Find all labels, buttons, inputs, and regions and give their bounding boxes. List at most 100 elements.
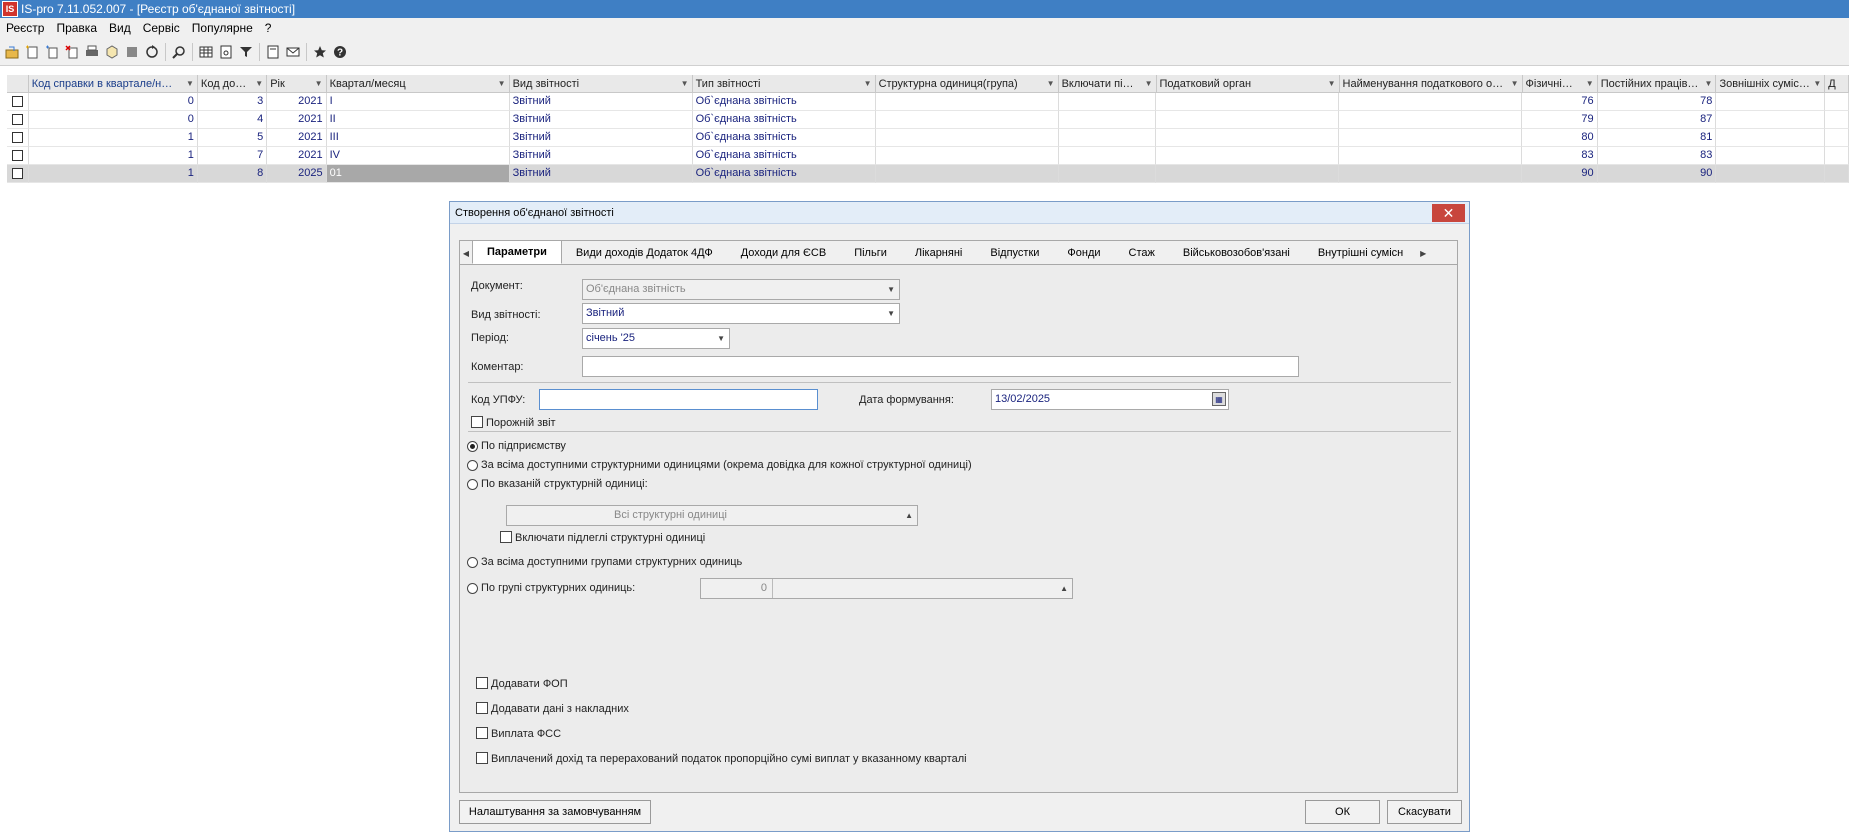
calc-icon[interactable] — [216, 42, 236, 62]
tab-scroll-right-icon[interactable]: ▶ — [1417, 242, 1429, 264]
column-header-cert-code[interactable]: Код справки в квартале/н… ▼ — [28, 75, 198, 93]
menu-help[interactable]: ? — [259, 21, 278, 35]
package-icon[interactable] — [102, 42, 122, 62]
cell-tax-office — [1156, 129, 1340, 147]
paid-income-checkbox[interactable] — [476, 752, 488, 764]
new-icon[interactable] — [22, 42, 42, 62]
cell-struct-unit — [875, 165, 1059, 183]
app-logo-icon: IS — [2, 1, 18, 17]
row-checkbox[interactable] — [7, 111, 29, 129]
column-header-permanent[interactable]: Постійних праців… ▼ — [1597, 75, 1717, 93]
empty-report-checkbox[interactable] — [471, 416, 483, 428]
radio-all-units[interactable] — [467, 460, 478, 471]
filter-icon[interactable] — [236, 42, 256, 62]
column-header-physical[interactable]: Фізичні… ▼ — [1522, 75, 1598, 93]
print-icon[interactable] — [82, 42, 102, 62]
mail-icon[interactable] — [283, 42, 303, 62]
date-label: Дата формування: — [859, 394, 954, 406]
menu-registry[interactable]: Реєстр — [0, 21, 50, 35]
cancel-button[interactable]: Скасувати — [1387, 800, 1462, 824]
cell-year: 2021 — [267, 111, 327, 129]
table-row[interactable]: 0 3 2021 I Звітний Об`єднана звітність 7… — [7, 93, 1849, 111]
tab-benefits[interactable]: Пільги — [840, 242, 901, 264]
tab-esv-income[interactable]: Доходи для ЄСВ — [727, 242, 840, 264]
column-header-struct-unit[interactable]: Структурна одиниця(група) ▼ — [875, 75, 1059, 93]
chevron-down-icon: ▼ — [887, 309, 895, 318]
column-header-code[interactable]: Код до… ▼ — [197, 75, 268, 93]
title-bar: IS IS-pro 7.11.052.007 - [Реєстр об'єдна… — [0, 0, 1849, 18]
cell-report-type: Об`єднана звітність — [692, 165, 876, 183]
tab-internal[interactable]: Внутрішні сумісн — [1304, 242, 1417, 264]
column-header-tax-name[interactable]: Найменування податкового о… ▼ — [1339, 75, 1523, 93]
header-select-column — [7, 75, 29, 93]
calendar-icon[interactable]: ▦ — [1212, 392, 1226, 406]
column-header-quarter[interactable]: Квартал/месяц ▼ — [326, 75, 510, 93]
chevron-down-icon: ▼ — [717, 334, 725, 343]
column-header-report-type[interactable]: Тип звітності ▼ — [692, 75, 876, 93]
document-select: Об'єднана звітність ▼ — [582, 279, 900, 300]
comment-input[interactable] — [582, 356, 1299, 377]
table-icon[interactable] — [196, 42, 216, 62]
defaults-button[interactable]: Налаштування за замовчуванням — [459, 800, 651, 824]
search-icon[interactable] — [169, 42, 189, 62]
cell-quarter[interactable]: 01 — [326, 165, 510, 183]
column-header-external[interactable]: Зовнішніх суміс… ▼ — [1716, 75, 1826, 93]
cell-year: 2025 — [267, 165, 327, 183]
radio-group[interactable] — [467, 583, 478, 594]
row-checkbox[interactable] — [7, 147, 29, 165]
help-icon[interactable]: ? — [330, 42, 350, 62]
ok-button[interactable]: ОК — [1305, 800, 1380, 824]
table-row[interactable]: 1 5 2021 III Звітний Об`єднана звітність… — [7, 129, 1849, 147]
tab-military[interactable]: Військовозобов'язані — [1169, 242, 1304, 264]
period-select[interactable]: січень '25 ▼ — [582, 328, 730, 349]
cell-tax-office — [1156, 111, 1340, 129]
tab-parameters[interactable]: Параметри — [472, 240, 562, 264]
column-header-tax-office[interactable]: Податковий орган ▼ — [1156, 75, 1340, 93]
tab-funds[interactable]: Фонди — [1053, 242, 1114, 264]
divider — [468, 382, 1451, 383]
menu-view[interactable]: Вид — [103, 21, 137, 35]
row-checkbox[interactable] — [7, 165, 29, 183]
dropdown-arrow-icon: ▼ — [314, 79, 323, 88]
table-row-selected[interactable]: 1 8 2025 01 Звітний Об`єднана звітність … — [7, 165, 1849, 183]
column-header-report-kind[interactable]: Вид звітності ▼ — [509, 75, 693, 93]
close-icon[interactable]: ✕ — [1432, 204, 1465, 222]
fss-payment-checkbox[interactable] — [476, 727, 488, 739]
tab-seniority[interactable]: Стаж — [1115, 242, 1169, 264]
refresh-icon[interactable] — [142, 42, 162, 62]
include-sub-checkbox[interactable] — [500, 531, 512, 543]
report-type-select[interactable]: Звітний ▼ — [582, 303, 900, 324]
cell-include — [1058, 147, 1157, 165]
radio-unit[interactable] — [467, 479, 478, 490]
row-checkbox[interactable] — [7, 129, 29, 147]
dropdown-arrow-icon: ▼ — [1144, 79, 1153, 88]
star-icon[interactable] — [310, 42, 330, 62]
tab-vacations[interactable]: Відпустки — [976, 242, 1053, 264]
row-checkbox[interactable] — [7, 93, 29, 111]
column-header-year[interactable]: Рік ▼ — [267, 75, 327, 93]
copy-icon[interactable] — [42, 42, 62, 62]
add-invoices-checkbox[interactable] — [476, 702, 488, 714]
column-header-d[interactable]: Д — [1825, 75, 1849, 93]
cell-struct-unit — [875, 93, 1059, 111]
add-fop-checkbox[interactable] — [476, 677, 488, 689]
open-icon[interactable] — [2, 42, 22, 62]
table-row[interactable]: 0 4 2021 II Звітний Об`єднана звітність … — [7, 111, 1849, 129]
doc-icon[interactable] — [263, 42, 283, 62]
menu-edit[interactable]: Правка — [50, 21, 103, 35]
column-header-include[interactable]: Включати пі… ▼ — [1058, 75, 1157, 93]
upfu-input[interactable] — [539, 389, 818, 410]
date-input[interactable]: 13/02/2025 ▦ — [991, 389, 1229, 410]
upfu-label: Код УПФУ: — [471, 394, 526, 406]
table-row[interactable]: 1 7 2021 IV Звітний Об`єднана звітність … — [7, 147, 1849, 165]
menu-service[interactable]: Сервіс — [137, 21, 186, 35]
delete-icon[interactable] — [62, 42, 82, 62]
radio-enterprise[interactable] — [467, 441, 478, 452]
tab-sick-leave[interactable]: Лікарняні — [901, 242, 977, 264]
radio-all-groups[interactable] — [467, 557, 478, 568]
cell-permanent: 78 — [1597, 93, 1717, 111]
tab-scroll-left-icon[interactable]: ◀ — [460, 242, 472, 264]
tab-income-types[interactable]: Види доходів Додаток 4ДФ — [562, 242, 727, 264]
menu-popular[interactable]: Популярне — [186, 21, 259, 35]
stamp-icon[interactable] — [122, 42, 142, 62]
